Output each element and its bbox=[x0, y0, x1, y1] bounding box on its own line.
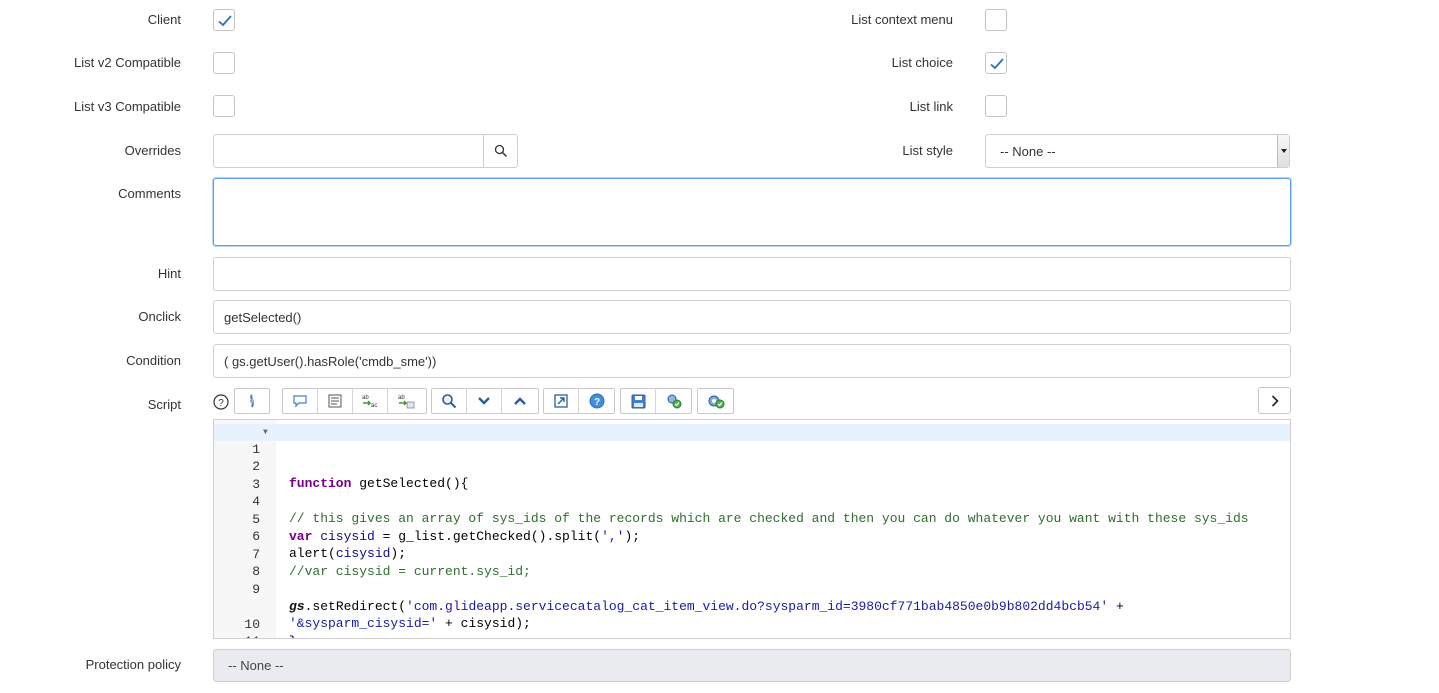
svg-text:ab: ab bbox=[362, 395, 369, 401]
expand-panel-button[interactable] bbox=[1258, 387, 1291, 414]
protection-policy-label: Protection policy bbox=[85, 657, 181, 672]
editor-search-group bbox=[431, 388, 539, 414]
list-link-label: List link bbox=[909, 99, 953, 114]
list-choice-checkbox[interactable] bbox=[985, 52, 1007, 74]
replace-icon[interactable]: ab ac bbox=[353, 389, 388, 413]
script-tools-icon[interactable] bbox=[235, 389, 269, 413]
search-prev-icon[interactable] bbox=[502, 389, 537, 413]
list-style-value: -- None -- bbox=[1000, 143, 1056, 159]
search-icon[interactable] bbox=[432, 389, 467, 413]
editor-save-group bbox=[620, 388, 692, 414]
list-context-menu-label: List context menu bbox=[851, 12, 953, 27]
script-label: Script bbox=[147, 397, 181, 412]
svg-text:?: ? bbox=[593, 397, 599, 408]
list-style-select[interactable]: -- None -- bbox=[985, 134, 1290, 168]
line-number: 11 bbox=[214, 633, 260, 638]
code-line: 1 ▼ function getSelected(){ bbox=[214, 424, 1290, 491]
replace-all-icon[interactable]: ab bbox=[388, 389, 423, 413]
checkmark-icon bbox=[218, 15, 232, 27]
fold-arrow-icon[interactable]: ▼ bbox=[263, 424, 268, 441]
chevron-down-icon bbox=[1277, 135, 1289, 167]
list-choice-label: List choice bbox=[891, 55, 953, 70]
code-line: 11 bbox=[214, 616, 1290, 638]
code-line: 8 bbox=[214, 546, 1290, 579]
fullscreen-icon[interactable] bbox=[544, 389, 579, 413]
list-v3-checkbox[interactable] bbox=[213, 95, 235, 117]
help-icon[interactable]: ? bbox=[213, 394, 229, 410]
list-link-checkbox[interactable] bbox=[985, 95, 1007, 117]
overrides-lookup-button[interactable] bbox=[483, 134, 518, 168]
code-line: '&sysparm_cisysid=' + cisysid); bbox=[214, 581, 1290, 631]
editor-format-group: ab ac ab bbox=[282, 388, 427, 414]
editor-check-group bbox=[697, 388, 734, 414]
code-line: 9 gs.setRedirect('com.glideapp.serviceca… bbox=[214, 564, 1290, 614]
comment-icon[interactable] bbox=[283, 389, 318, 413]
checkmark-icon bbox=[990, 58, 1004, 70]
chevron-right-icon bbox=[1271, 394, 1279, 407]
svg-text:ac: ac bbox=[371, 403, 377, 409]
list-context-menu-checkbox[interactable] bbox=[985, 9, 1007, 31]
search-next-icon[interactable] bbox=[467, 389, 502, 413]
condition-label: Condition bbox=[126, 353, 181, 368]
condition-input[interactable]: ( gs.getUser().hasRole('cmdb_sme')) bbox=[213, 344, 1291, 378]
client-checkbox[interactable] bbox=[213, 9, 235, 31]
overrides-input[interactable] bbox=[213, 134, 484, 168]
code-line: 2 bbox=[214, 441, 1290, 474]
svg-text:ab: ab bbox=[398, 395, 405, 401]
onclick-input[interactable]: getSelected() bbox=[213, 300, 1291, 334]
svg-text:?: ? bbox=[218, 398, 224, 409]
list-v3-label: List v3 Compatible bbox=[74, 99, 181, 114]
list-v2-checkbox[interactable] bbox=[213, 52, 235, 74]
syntax-check-icon[interactable] bbox=[698, 389, 733, 413]
comments-textarea[interactable] bbox=[213, 178, 1291, 246]
script-tools-group bbox=[234, 388, 270, 414]
code-line: 3 bbox=[214, 459, 1290, 492]
list-style-label: List style bbox=[902, 143, 953, 158]
code-line: 7 //var cisysid = current.sys_id; bbox=[214, 529, 1290, 579]
script-editor[interactable]: 1 ▼ function getSelected(){ 2 3 4 // thi… bbox=[213, 419, 1291, 639]
code-line: 6 alert(cisysid); bbox=[214, 511, 1290, 561]
debug-icon[interactable] bbox=[656, 389, 691, 413]
hint-label: Hint bbox=[157, 266, 181, 281]
search-icon bbox=[494, 144, 507, 158]
save-icon[interactable] bbox=[621, 389, 656, 413]
client-label: Client bbox=[147, 12, 181, 27]
code-token: } bbox=[289, 633, 297, 638]
overrides-label: Overrides bbox=[124, 143, 181, 158]
help-circle-icon[interactable]: ? bbox=[579, 389, 614, 413]
format-code-icon[interactable] bbox=[318, 389, 353, 413]
editor-view-group: ? bbox=[543, 388, 615, 414]
code-line: 4 // this gives an array of sys_ids of t… bbox=[214, 476, 1290, 526]
code-line: 5 var cisysid = g_list.getChecked().spli… bbox=[214, 494, 1290, 544]
protection-policy-select[interactable]: -- None -- bbox=[213, 649, 1291, 682]
comments-label: Comments bbox=[118, 186, 181, 201]
hint-input[interactable] bbox=[213, 257, 1291, 291]
code-line: 10 } bbox=[214, 599, 1290, 638]
onclick-label: Onclick bbox=[138, 309, 181, 324]
list-v2-label: List v2 Compatible bbox=[74, 55, 181, 70]
